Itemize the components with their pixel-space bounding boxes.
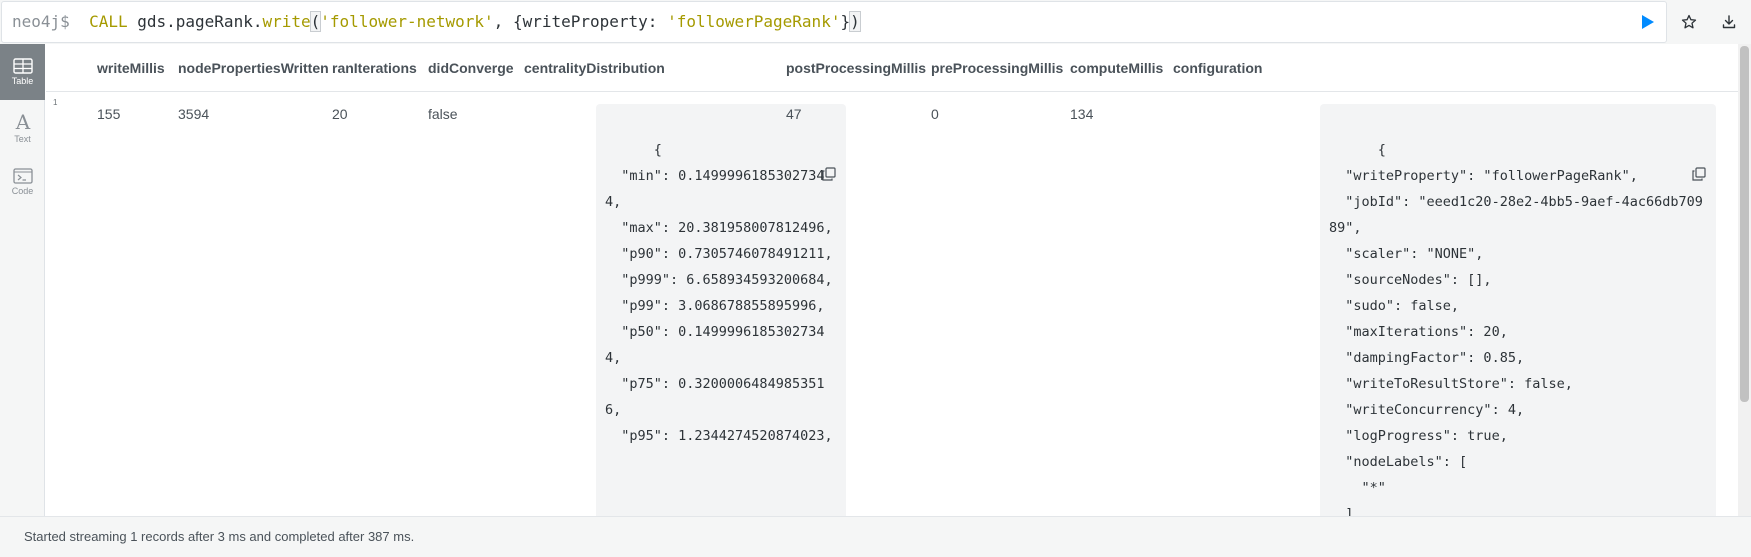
view-text-label: Text (14, 134, 31, 144)
column-header-postProcessingMillis: postProcessingMillis (786, 60, 927, 76)
play-icon (1642, 15, 1654, 29)
column-header-nodePropertiesWritten: nodePropertiesWritten (178, 60, 329, 76)
column-header-configuration: configuration (1173, 60, 1263, 76)
cell-centralityDistribution: { "min": 0.14999961853027344, "max": 20.… (596, 104, 846, 516)
query-bar: neo4j$ CALL gds.pageRank.write('follower… (0, 0, 1751, 44)
status-bar: Started streaming 1 records after 3 ms a… (0, 516, 1751, 557)
query-function: write (262, 12, 311, 31)
query-keyword: CALL (89, 12, 128, 31)
cell-computeMillis: 134 (1070, 106, 1094, 122)
query-editor[interactable]: neo4j$ CALL gds.pageRank.write('follower… (1, 1, 1667, 43)
query-separator: , {writeProperty: (493, 12, 668, 31)
configuration-json: { "writeProperty": "followerPageRank", "… (1329, 142, 1703, 516)
star-icon (1681, 14, 1697, 29)
download-icon (1722, 15, 1736, 29)
scrollbar-thumb[interactable] (1740, 46, 1749, 402)
query-close-brace: } (840, 12, 851, 31)
cell-configuration: { "writeProperty": "followerPageRank", "… (1320, 104, 1716, 516)
query-text[interactable]: neo4j$ CALL gds.pageRank.write('follower… (12, 11, 861, 32)
download-button[interactable] (1716, 9, 1742, 35)
text-cursor (859, 12, 861, 30)
svg-text:A: A (14, 112, 30, 132)
view-table-label: Table (11, 76, 34, 86)
column-header-computeMillis: computeMillis (1070, 60, 1164, 76)
code-icon (12, 168, 33, 184)
cell-nodePropertiesWritten: 3594 (178, 106, 210, 122)
cell-didConverge: false (428, 106, 458, 122)
table-icon (12, 58, 33, 74)
view-table-tab[interactable]: Table (0, 44, 45, 100)
vertical-scrollbar[interactable] (1738, 44, 1751, 516)
view-code-label: Code (11, 186, 34, 196)
query-graph-name: 'follower-network' (320, 12, 494, 31)
column-header-centralityDistribution: centralityDistribution (524, 60, 665, 76)
copy-button[interactable] (822, 112, 836, 181)
query-prompt: neo4j$ (12, 12, 70, 31)
cell-writeMillis: 155 (97, 106, 121, 122)
cell-ranIterations: 20 (332, 106, 348, 122)
cell-postProcessingMillis: 47 (786, 106, 802, 122)
favorite-button[interactable] (1676, 9, 1702, 35)
query-close-paren: ) (849, 11, 861, 32)
view-code-tab[interactable]: Code (0, 154, 45, 210)
view-switcher: Table A Text Code (0, 44, 45, 516)
query-procedure: gds.pageRank. (137, 12, 263, 31)
view-text-tab[interactable]: A Text (0, 100, 45, 156)
cell-preProcessingMillis: 0 (931, 106, 939, 122)
copy-icon (1692, 167, 1706, 181)
copy-icon (822, 167, 836, 181)
column-header-preProcessingMillis: preProcessingMillis (931, 60, 1064, 76)
text-icon: A (14, 112, 30, 132)
row-number: 1 (53, 98, 58, 107)
column-header-didConverge: didConverge (428, 60, 514, 76)
column-header-writeMillis: writeMillis (97, 60, 165, 76)
centrality-distribution-json: { "min": 0.14999961853027344, "max": 20.… (605, 142, 833, 444)
status-message: Started streaming 1 records after 3 ms a… (24, 529, 415, 544)
result-table: writeMillis nodePropertiesWritten ranIte… (46, 44, 1738, 516)
column-header-ranIterations: ranIterations (332, 60, 417, 76)
table-header: writeMillis nodePropertiesWritten ranIte… (46, 44, 1738, 92)
copy-button[interactable] (1692, 112, 1706, 181)
query-write-property: 'followerPageRank' (667, 12, 841, 31)
run-button[interactable] (1635, 9, 1661, 35)
query-open-paren: ( (309, 11, 322, 32)
